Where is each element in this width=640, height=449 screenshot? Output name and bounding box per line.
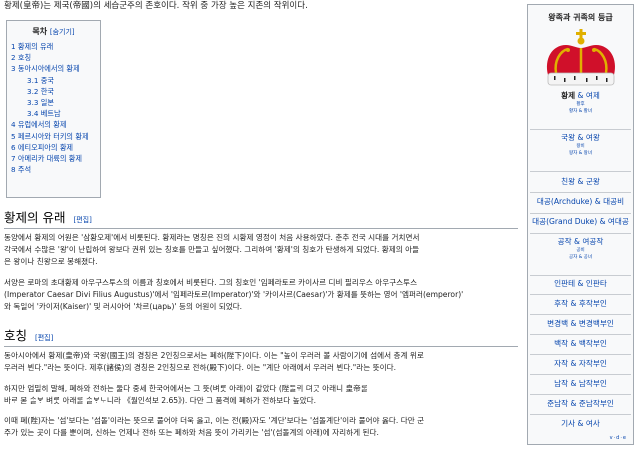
rank-title[interactable]: 황제 & 여제	[528, 91, 633, 101]
divider	[530, 394, 631, 395]
rank-consort[interactable]: 황후	[528, 101, 633, 108]
rank-title[interactable]: 국왕 & 여왕	[528, 133, 633, 143]
divider	[530, 374, 631, 375]
toc-item[interactable]: 6 에티오피아의 황제	[11, 142, 96, 153]
rank-grand-duke[interactable]: 대공(Grand Duke) & 여대공	[528, 217, 633, 227]
divider	[530, 129, 631, 130]
crown-icon	[546, 29, 616, 86]
section-heading-origin: 황제의 유래 [편집]	[4, 210, 518, 229]
divider	[530, 233, 631, 234]
divider	[530, 334, 631, 335]
section-title: 호칭	[4, 328, 28, 343]
rank-duke[interactable]: 공작 & 여공작 공비 공자 & 공녀	[528, 237, 633, 261]
edit-link[interactable]: [편집]	[35, 334, 53, 342]
toc-header: 목차 [숨기기]	[11, 26, 96, 37]
rank-consort[interactable]: 공비	[528, 247, 633, 254]
paragraph-title-3: 이때 폐(陛)자는 '섬'보다는 '섬돌'이라는 뜻으로 풀어야 더욱 옳고, …	[4, 415, 518, 439]
toc-item[interactable]: 7 아메리카 대륙의 황제	[11, 153, 96, 164]
toc-item[interactable]: 1 황제의 유래	[11, 41, 96, 52]
paragraph-title-2: 하지만 엄밀히 말해, 폐하와 전하는 둘다 중세 한국어에서는 그 뜻(벼ᄅᆞ…	[4, 383, 518, 407]
paragraph-origin-east: 동양에서 황제의 어원은 '삼황오제'에서 비롯된다. 황제라는 명칭은 진의 …	[4, 232, 518, 268]
text-line: 우러러 뵌다."라는 뜻이다. 제후(諸侯)의 경칭은 2인칭으로 전하(殿下)…	[4, 363, 396, 372]
toc-item[interactable]: 8 주석	[11, 164, 96, 175]
toc-hide-link[interactable]: [숨기기]	[50, 28, 75, 36]
rank-children[interactable]: 황자 & 황녀	[528, 108, 633, 115]
toc-item[interactable]: 5 페르시아와 터키의 황제	[11, 131, 96, 142]
divider	[530, 192, 631, 193]
section-title: 황제의 유래	[4, 210, 66, 225]
rank-consort[interactable]: 왕비	[528, 143, 633, 150]
text-line: 동아시아에서 황제(皇帝)와 국왕(國王)의 경칭은 2인칭으로서는 폐하(陛下…	[4, 351, 424, 360]
rank-emperor[interactable]: 황제 & 여제 황후 황자 & 황녀	[528, 91, 633, 115]
toc-item[interactable]: 3.3 일본	[11, 97, 96, 108]
rank-prince[interactable]: 친왕 & 군왕	[528, 177, 633, 187]
intro-text: 황제(皇帝)는 제국(帝國)의 세습군주의 존호이다. 작위 중 가장 높은 지…	[4, 1, 504, 12]
toc-item[interactable]: 3.4 베트남	[11, 108, 96, 119]
text-line: 와 독일어 '카이저(Kaiser)' 및 러시아어 '차르(царь)' 등의…	[4, 302, 243, 311]
toc-item[interactable]: 2 호칭	[11, 52, 96, 63]
navbox-vde-links[interactable]: v·d·e	[610, 435, 627, 441]
rank-baron[interactable]: 남작 & 남작부인	[528, 379, 633, 389]
rank-viscount[interactable]: 자작 & 자작부인	[528, 359, 633, 369]
divider	[530, 171, 631, 172]
toc-item[interactable]: 3.1 중국	[11, 75, 96, 86]
intro-line: 황제(皇帝)는 제국(帝國)의 세습군주의 존호이다. 작위 중 가장 높은 지…	[4, 1, 308, 11]
text-line: 바ᄅᆞ 몯 ᄉᆞᆯᄫᆞ 벼ᄅᆞᆺ 아래ᄅᆞᆯ ᄉᆞᆯᄫᆞᄂᆞ니라 《월인석보 2…	[4, 396, 316, 405]
infobox-title: 왕족과 귀족의 등급	[548, 13, 613, 22]
text-line: 주가 있는 곳이 다를 뿐이며, 신하는 언제나 전하 또는 폐하와 처음 뜻이…	[4, 428, 379, 437]
rank-title[interactable]: 공작 & 여공작	[528, 237, 633, 247]
toc-item[interactable]: 4 유럽에서의 황제	[11, 119, 96, 130]
table-of-contents: 목차 [숨기기] 1 황제의 유래 2 호칭 3 동아시아에서의 황제 3.1 …	[6, 20, 101, 198]
paragraph-title-1: 동아시아에서 황제(皇帝)와 국왕(國王)의 경칭은 2인칭으로서는 폐하(陛下…	[4, 350, 518, 374]
rank-margrave[interactable]: 변경백 & 변경백부인	[528, 319, 633, 329]
paragraph-origin-west: 서양은 로마의 초대황제 아우구스투스의 이름과 칭호에서 비롯된다. 그의 칭…	[4, 277, 518, 313]
rank-archduke[interactable]: 대공(Archduke) & 대공비	[528, 197, 633, 207]
divider	[530, 294, 631, 295]
text-line: 이때 폐(陛)자는 '섬'보다는 '섬돌'이라는 뜻으로 풀어야 더욱 옳고, …	[4, 416, 425, 425]
rank-children[interactable]: 공자 & 공녀	[528, 254, 633, 261]
rank-king[interactable]: 국왕 & 여왕 왕비 왕자 & 왕녀	[528, 133, 633, 157]
edit-link[interactable]: [편집]	[73, 216, 91, 224]
rank-knight[interactable]: 기사 & 여사	[528, 419, 633, 429]
text-line: 하지만 엄밀히 말해, 폐하와 전하는 둘다 중세 한국어에서는 그 뜻(벼ᄅᆞ…	[4, 384, 368, 393]
toc-item[interactable]: 3.2 한국	[11, 86, 96, 97]
toc-title: 목차	[32, 27, 48, 36]
rank-marquess[interactable]: 후작 & 후작부인	[528, 299, 633, 309]
rank-count[interactable]: 백작 & 백작부인	[528, 339, 633, 349]
divider	[530, 314, 631, 315]
divider	[530, 275, 631, 276]
text-line: 각국에서 수많은 '왕'이 난립하여 왕보다 권위 있는 칭호를 만들고 싶어했…	[4, 245, 420, 254]
rank-infante[interactable]: 인판테 & 인판타	[528, 279, 633, 289]
divider	[530, 414, 631, 415]
text-line: (Imperator Caesar Divi Filius Augustus)'…	[4, 290, 464, 299]
divider	[530, 213, 631, 214]
text-line: 서양은 로마의 초대황제 아우구스투스의 이름과 칭호에서 비롯된다. 그의 칭…	[4, 278, 418, 287]
section-heading-title: 호칭 [편집]	[4, 328, 518, 347]
toc-item[interactable]: 3 동아시아에서의 황제	[11, 63, 96, 74]
rank-baronet[interactable]: 준남작 & 준남작부인	[528, 399, 633, 409]
nobility-infobox: 왕족과 귀족의 등급 황제 & 여제 황후 황자 & 황녀 국왕 & 여왕 왕비…	[527, 4, 634, 445]
divider	[530, 354, 631, 355]
text-line: 은 왕이나 친왕으로 봉해졌다.	[4, 257, 98, 266]
text-line: 동양에서 황제의 어원은 '삼황오제'에서 비롯된다. 황제라는 명칭은 진의 …	[4, 233, 420, 242]
rank-children[interactable]: 왕자 & 왕녀	[528, 150, 633, 157]
